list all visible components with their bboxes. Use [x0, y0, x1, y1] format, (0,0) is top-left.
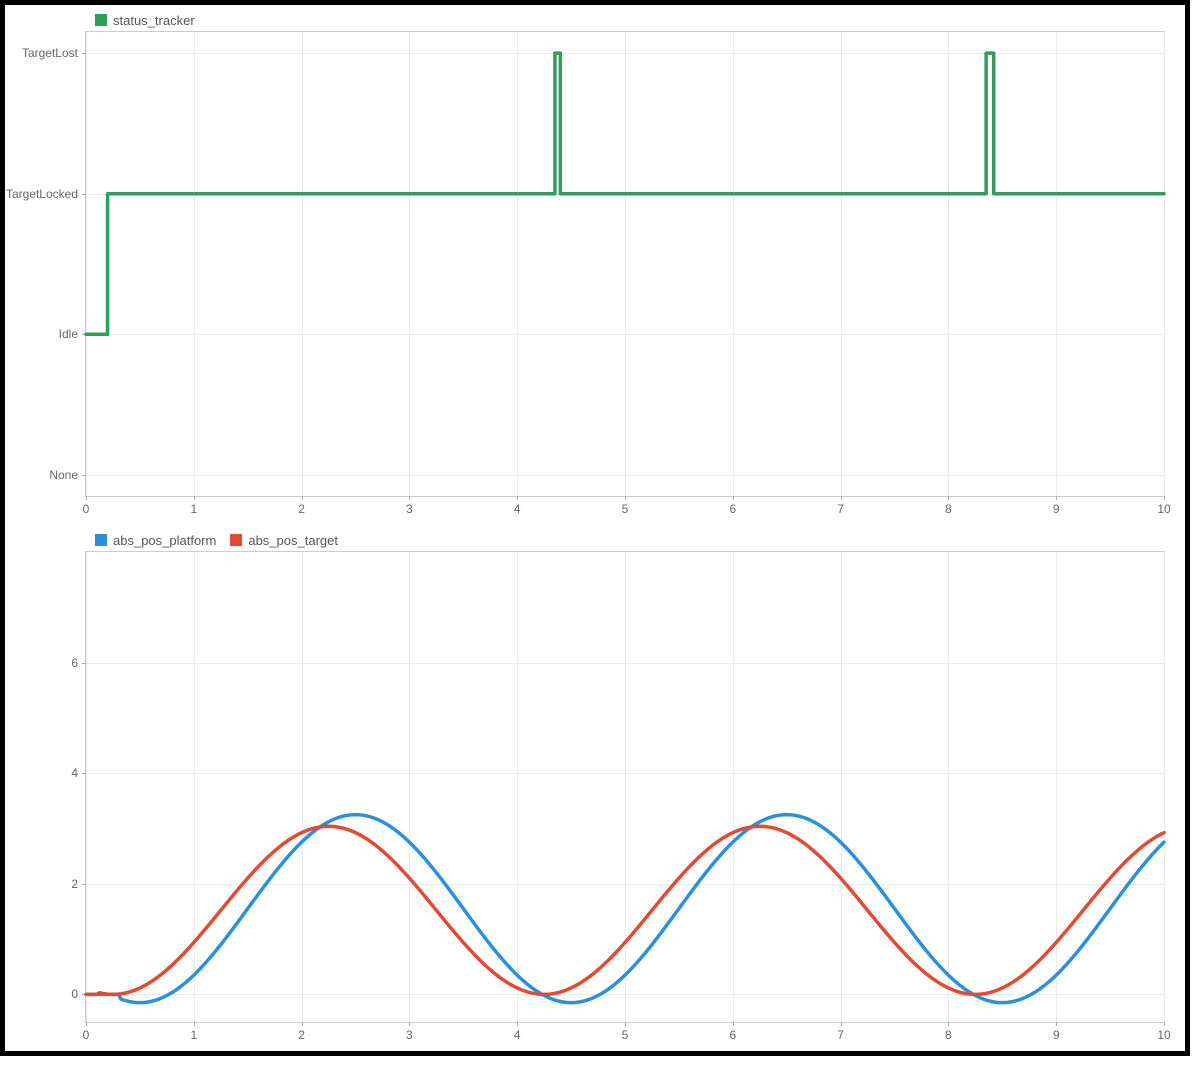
x-tick-label: 8 [945, 1028, 952, 1042]
x-tick-label: 9 [1053, 1028, 1060, 1042]
legend-entry[interactable]: status_tracker [95, 13, 195, 28]
x-tick-label: 2 [298, 502, 305, 516]
y-tick-label: Idle [59, 327, 78, 341]
y-tick-label: 6 [71, 656, 78, 670]
y-tick-label: TargetLocked [6, 187, 78, 201]
x-tick-label: 7 [837, 502, 844, 516]
x-tick-label: 9 [1053, 502, 1060, 516]
legend-swatch-icon [95, 534, 107, 546]
x-tick-label: 6 [729, 502, 736, 516]
x-tick-label: 2 [298, 1028, 305, 1042]
series-line [86, 53, 1164, 334]
plot-area[interactable]: 012345678910NoneIdleTargetLockedTargetLo… [85, 31, 1165, 497]
x-tick-label: 10 [1157, 1028, 1170, 1042]
y-tick-label: TargetLost [22, 46, 78, 60]
y-tick-label: 2 [71, 877, 78, 891]
legend: status_tracker [95, 11, 195, 29]
legend-entry[interactable]: abs_pos_target [230, 533, 338, 548]
y-tick-label: None [49, 468, 78, 482]
plot-area[interactable]: 0123456789100246 [85, 551, 1165, 1023]
x-tick-label: 5 [622, 502, 629, 516]
legend-label: abs_pos_platform [113, 533, 216, 548]
x-tick-label: 4 [514, 502, 521, 516]
legend-swatch-icon [230, 534, 242, 546]
chart-positions: abs_pos_platform abs_pos_target 01234567… [5, 525, 1185, 1051]
x-tick-label: 6 [729, 1028, 736, 1042]
x-tick-label: 10 [1157, 502, 1170, 516]
x-tick-label: 5 [622, 1028, 629, 1042]
x-tick-label: 3 [406, 502, 413, 516]
x-tick-label: 1 [190, 502, 197, 516]
legend: abs_pos_platform abs_pos_target [95, 531, 338, 549]
x-tick-label: 1 [190, 1028, 197, 1042]
legend-label: status_tracker [113, 13, 195, 28]
chart-status-tracker: status_tracker 012345678910NoneIdleTarge… [5, 5, 1185, 525]
legend-label: abs_pos_target [248, 533, 338, 548]
x-tick-label: 0 [83, 502, 90, 516]
x-tick-label: 0 [83, 1028, 90, 1042]
legend-entry[interactable]: abs_pos_platform [95, 533, 216, 548]
x-tick-label: 4 [514, 1028, 521, 1042]
x-tick-label: 8 [945, 502, 952, 516]
y-tick-label: 0 [71, 987, 78, 1001]
y-tick-label: 4 [71, 766, 78, 780]
chart-frame: status_tracker 012345678910NoneIdleTarge… [0, 0, 1190, 1056]
series-line [86, 815, 1164, 1003]
x-tick-label: 7 [837, 1028, 844, 1042]
x-tick-label: 3 [406, 1028, 413, 1042]
legend-swatch-icon [95, 14, 107, 26]
